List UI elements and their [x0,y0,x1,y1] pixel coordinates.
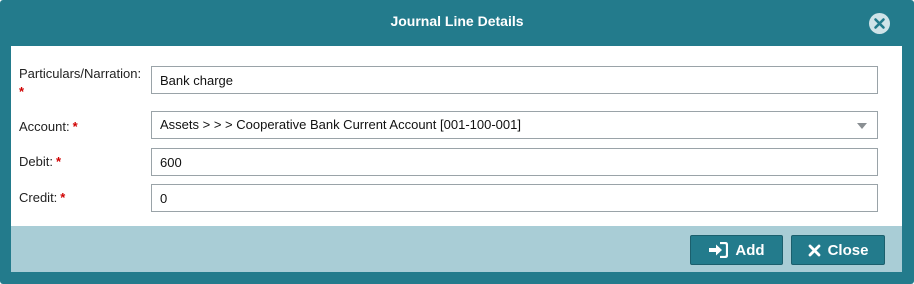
dialog-body: Particulars/Narration: * Account:* Asset… [11,46,902,226]
debit-label-text: Debit: [19,154,53,169]
credit-label-text: Credit: [19,190,58,205]
particulars-label-text: Particulars/Narration: [19,66,142,81]
credit-label: Credit: * [19,189,65,207]
required-mark: * [72,119,78,134]
dialog-footer: Add Close [11,226,902,272]
credit-input[interactable] [151,184,878,212]
x-icon [808,244,820,256]
close-button[interactable]: Close [791,235,885,265]
sign-in-icon [709,242,729,258]
add-button-label: Add [735,241,765,259]
add-button[interactable]: Add [690,235,783,265]
close-button-label: Close [827,241,869,259]
account-label-text: Account: [19,119,70,134]
close-circle-icon[interactable] [869,13,890,34]
debit-label: Debit: * [19,153,61,171]
chevron-down-icon [857,123,867,129]
particulars-label: Particulars/Narration: * [19,65,141,101]
journal-line-dialog: Journal Line Details Particulars/Narrati… [0,0,914,284]
required-mark: * [19,84,25,99]
debit-input[interactable] [151,148,878,176]
particulars-input[interactable] [151,66,878,94]
required-mark: * [55,154,62,169]
dialog-title: Journal Line Details [390,13,524,29]
account-label: Account: * [19,118,78,136]
dialog-titlebar: Journal Line Details [0,0,914,44]
account-select[interactable]: Assets > > > Cooperative Bank Current Ac… [151,111,878,139]
account-selected-value: Assets > > > Cooperative Bank Current Ac… [160,117,521,132]
required-mark: * [60,190,66,205]
